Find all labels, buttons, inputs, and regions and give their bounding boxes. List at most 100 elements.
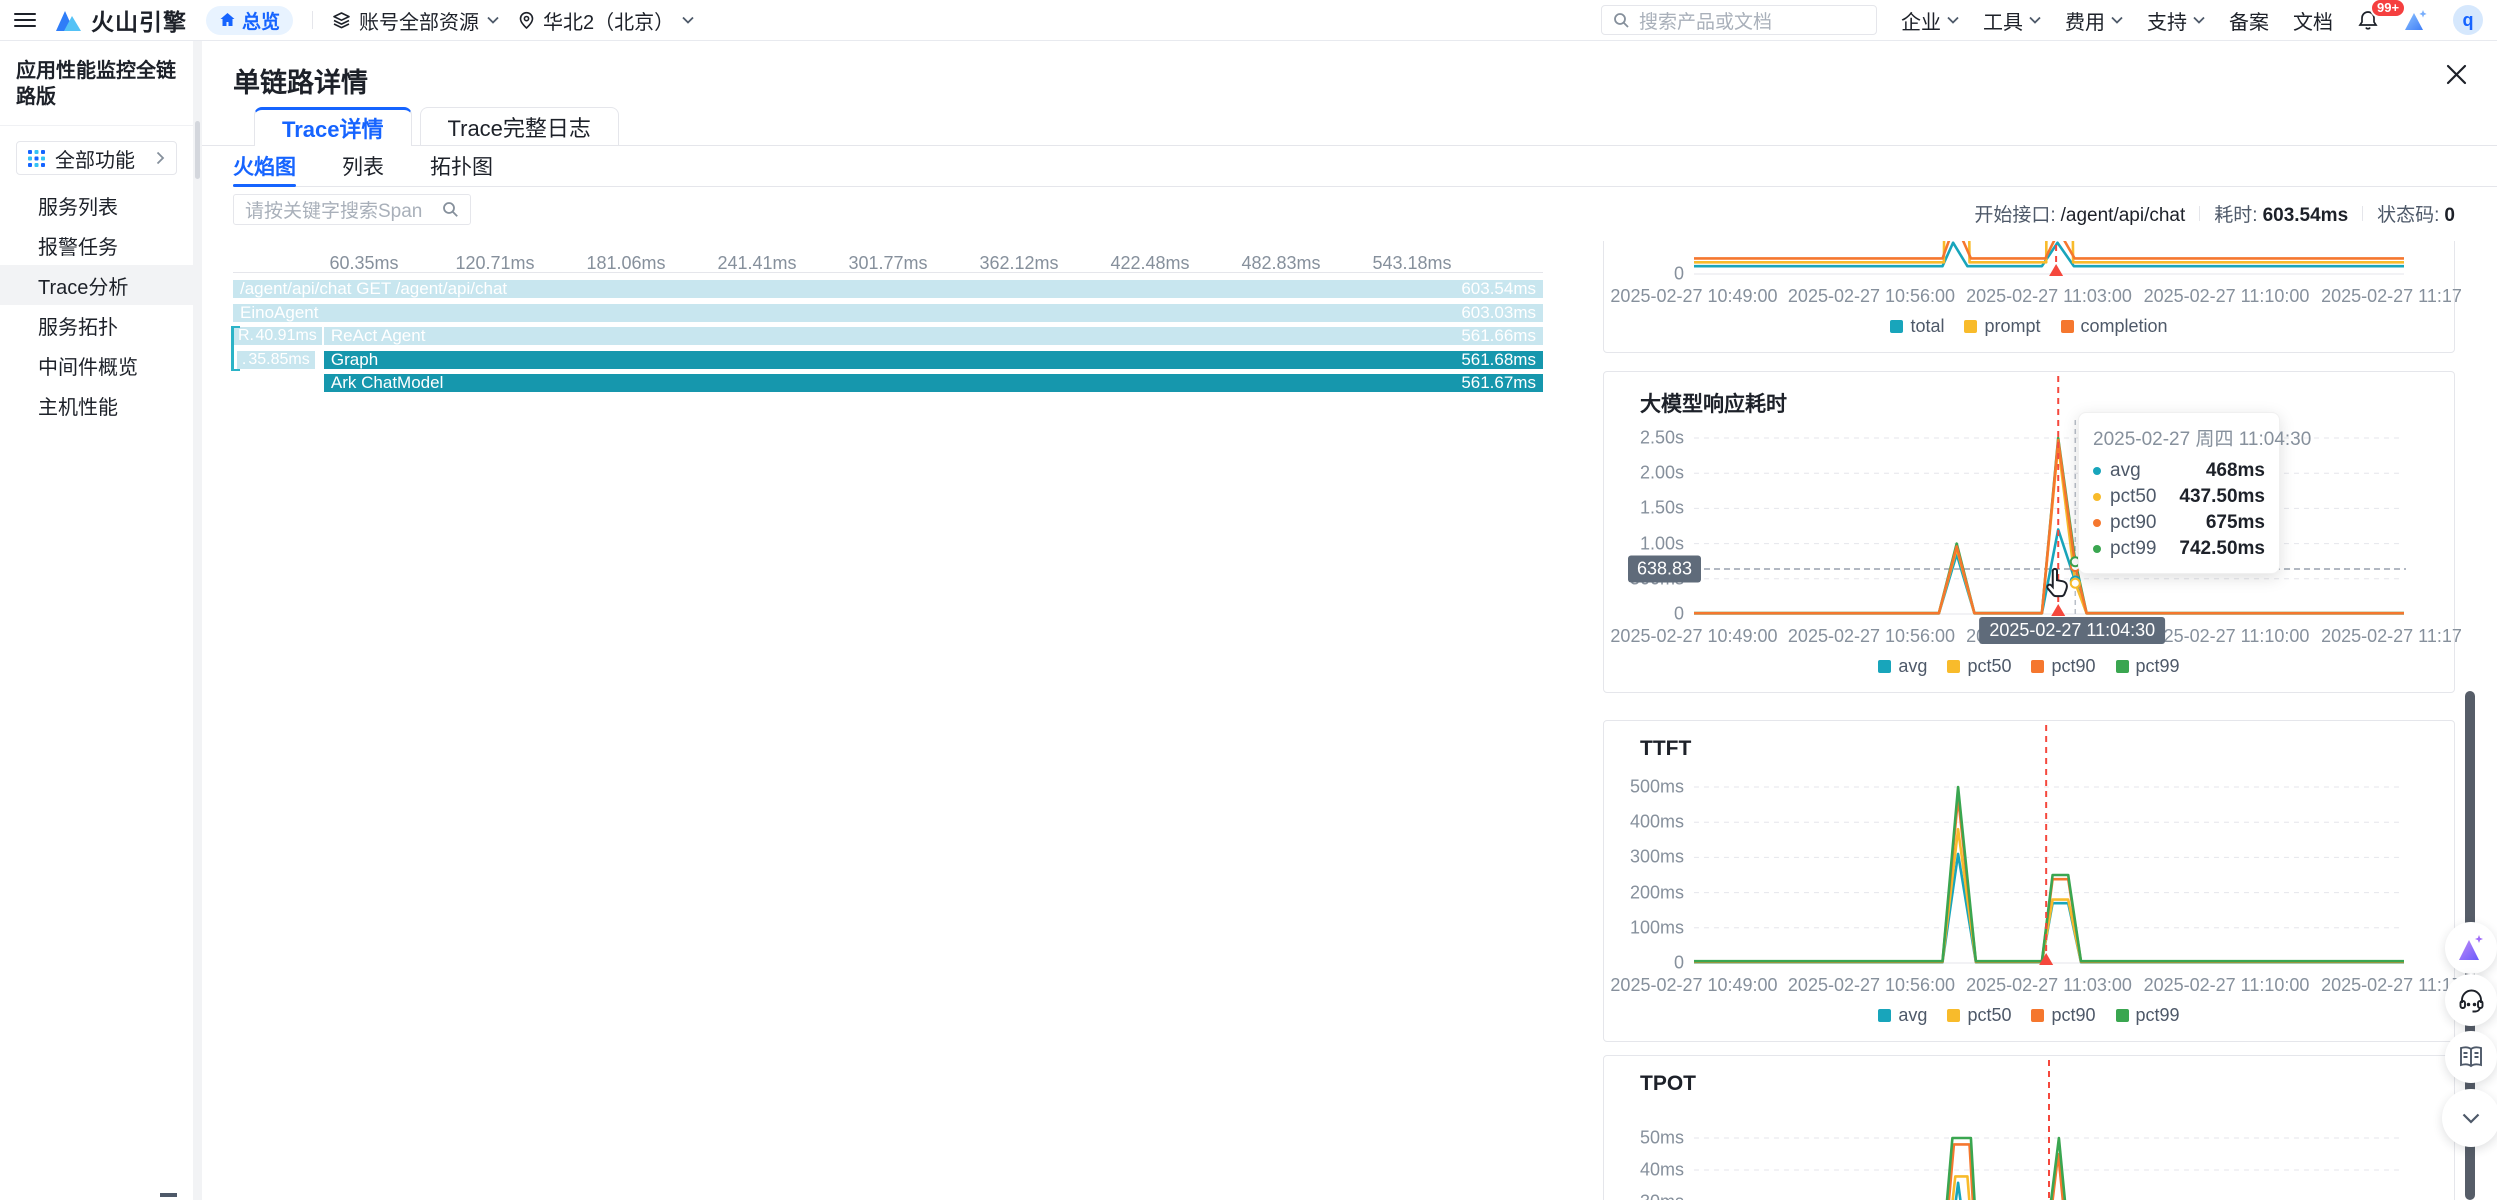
tab-trace-detail[interactable]: Trace详情 bbox=[254, 107, 412, 146]
flame-span[interactable]: Ark ChatModel561.67ms bbox=[324, 374, 1543, 392]
flame-axis-tick: 482.83ms bbox=[1241, 253, 1320, 274]
y-tick-label: 300ms bbox=[1612, 847, 1684, 868]
x-tick-label: 2025-02-27 11:17:00 bbox=[2321, 975, 2461, 996]
subtab-flame-graph[interactable]: 火焰图 bbox=[233, 146, 296, 186]
span-label: R. bbox=[238, 327, 254, 345]
legend-item-avg[interactable]: avg bbox=[1878, 656, 1927, 677]
sidebar-item-主机性能[interactable]: 主机性能 bbox=[0, 385, 193, 425]
collapse-fabs-button[interactable] bbox=[2442, 1089, 2497, 1147]
notification-badge: 99+ bbox=[2370, 0, 2406, 18]
y-tick-label: 30ms bbox=[1612, 1192, 1684, 1200]
search-icon bbox=[1613, 12, 1630, 29]
legend-item-pct90[interactable]: pct90 bbox=[2031, 1005, 2095, 1026]
nav-menu-企业[interactable]: 企业 bbox=[1901, 6, 1959, 35]
legend-item-pct50[interactable]: pct50 bbox=[1947, 1005, 2011, 1026]
chart-title: TTFT bbox=[1640, 737, 1691, 761]
notifications-button[interactable]: 99+ bbox=[2357, 9, 2379, 32]
resource-scope-selector[interactable]: 账号全部资源 bbox=[332, 6, 499, 35]
ai-assistant-icon[interactable] bbox=[2403, 8, 2429, 32]
nav-menu-label: 工具 bbox=[1983, 6, 2023, 35]
tooltip-series-name: pct90 bbox=[2110, 512, 2156, 534]
legend-item-avg[interactable]: avg bbox=[1878, 1005, 1927, 1026]
legend-swatch bbox=[2031, 1009, 2044, 1022]
legend-swatch bbox=[1878, 660, 1891, 673]
flame-span[interactable]: /agent/api/chat GET /agent/api/chat603.5… bbox=[233, 280, 1543, 298]
crosshair-value-label: 638.83 bbox=[1628, 556, 1701, 583]
subtab-list[interactable]: 列表 bbox=[342, 146, 384, 186]
overview-pill[interactable]: 总览 bbox=[206, 6, 293, 35]
user-avatar[interactable]: q bbox=[2453, 5, 2483, 35]
legend-item-pct99[interactable]: pct99 bbox=[2116, 656, 2180, 677]
trace-detail-panel: 单链路详情 Trace详情 Trace完整日志 火焰图 列表 拓扑图 请按关键字… bbox=[202, 41, 2497, 1200]
x-tick-label: 2025-02-27 11:03:00 bbox=[1966, 975, 2132, 996]
close-icon[interactable] bbox=[2439, 57, 2473, 91]
legend-item-pct99[interactable]: pct99 bbox=[2116, 1005, 2180, 1026]
ai-assistant-fab[interactable] bbox=[2445, 922, 2497, 974]
legend-item-prompt[interactable]: prompt bbox=[1964, 316, 2040, 337]
product-search-input[interactable]: 搜索产品或文档 bbox=[1601, 5, 1877, 35]
span-duration: 561.67ms bbox=[1461, 374, 1536, 392]
sidebar-item-报警任务[interactable]: 报警任务 bbox=[0, 225, 193, 265]
legend-item-pct90[interactable]: pct90 bbox=[2031, 656, 2095, 677]
flame-span[interactable]: EinoAgent603.03ms bbox=[233, 304, 1543, 322]
x-tick-label: 2025-02-27 10:56:00 bbox=[1788, 286, 1955, 307]
sidebar-menu: 服务列表报警任务Trace分析服务拓扑中间件概览主机性能 bbox=[0, 185, 193, 425]
nav-menu-费用[interactable]: 费用 bbox=[2065, 6, 2123, 35]
hamburger-menu-icon[interactable] bbox=[14, 13, 36, 28]
nav-menu-label: 企业 bbox=[1901, 6, 1941, 35]
flame-axis-tick: 422.48ms bbox=[1110, 253, 1189, 274]
legend-item-pct50[interactable]: pct50 bbox=[1947, 656, 2011, 677]
nav-menu-工具[interactable]: 工具 bbox=[1983, 6, 2041, 35]
flame-span[interactable]: R.40.91ms bbox=[233, 327, 322, 345]
nav-menu-文档[interactable]: 文档 bbox=[2293, 6, 2333, 35]
legend-label: pct90 bbox=[2051, 656, 2095, 677]
sidebar-item-Trace分析[interactable]: Trace分析 bbox=[0, 265, 193, 305]
y-tick-label: 400ms bbox=[1612, 812, 1684, 833]
nav-menu-label: 支持 bbox=[2147, 6, 2187, 35]
tab-trace-full-log[interactable]: Trace完整日志 bbox=[420, 107, 619, 146]
chart-plot bbox=[1604, 1056, 2454, 1200]
legend-swatch bbox=[2031, 660, 2044, 673]
chart-legend: avg pct50 pct90 pct99 bbox=[1604, 656, 2454, 677]
nav-menu-备案[interactable]: 备案 bbox=[2229, 6, 2269, 35]
flame-span[interactable]: Graph561.68ms bbox=[324, 351, 1543, 369]
nav-menu-支持[interactable]: 支持 bbox=[2147, 6, 2205, 35]
sidebar-scrollbar-thumb[interactable] bbox=[195, 121, 200, 179]
tooltip-series-value: 437.50ms bbox=[2179, 486, 2265, 508]
chart-card-TTFT: TTFT500ms400ms300ms200ms100ms02025-02-27… bbox=[1603, 720, 2455, 1042]
support-headset-fab[interactable] bbox=[2445, 974, 2497, 1026]
chevron-down-icon bbox=[682, 16, 694, 24]
sidebar-item-服务列表[interactable]: 服务列表 bbox=[0, 185, 193, 225]
legend-label: prompt bbox=[1984, 316, 2040, 337]
page-title: 单链路详情 bbox=[233, 61, 368, 100]
tooltip-row: avg468ms bbox=[2093, 458, 2265, 484]
legend-label: pct50 bbox=[1967, 656, 2011, 677]
docs-book-fab[interactable] bbox=[2445, 1031, 2497, 1083]
x-tick-label: 2025-02-27 11:03:00 bbox=[1966, 286, 2132, 307]
region-selector[interactable]: 华北2（北京） bbox=[518, 6, 694, 35]
trace-summary: 开始接口:/agent/api/chat 耗时:603.54ms 状态码:0 bbox=[1974, 200, 2455, 227]
span-duration: 603.54ms bbox=[1461, 280, 1536, 298]
all-features-button[interactable]: 全部功能 bbox=[16, 141, 177, 175]
tooltip-series-name: avg bbox=[2110, 460, 2141, 482]
span-duration: 603.03ms bbox=[1461, 304, 1536, 322]
legend-swatch bbox=[1964, 320, 1977, 333]
span-search-input[interactable]: 请按关键字搜索Span bbox=[233, 194, 471, 225]
tooltip-series-dot bbox=[2093, 545, 2101, 553]
subtab-topology[interactable]: 拓扑图 bbox=[430, 146, 493, 186]
legend-item-total[interactable]: total bbox=[1890, 316, 1944, 337]
brand-logo[interactable]: 火山引擎 bbox=[55, 3, 187, 37]
navbar-menus: 企业 工具 费用支持 备案文档 bbox=[1901, 6, 2333, 35]
legend-label: pct99 bbox=[2136, 1005, 2180, 1026]
legend-item-completion[interactable]: completion bbox=[2061, 316, 2168, 337]
sidebar-item-服务拓扑[interactable]: 服务拓扑 bbox=[0, 305, 193, 345]
flame-span[interactable]: ReAct Agent561.66ms bbox=[324, 327, 1543, 345]
sidebar-collapse-handle[interactable] bbox=[160, 1193, 177, 1197]
tooltip-title: 2025-02-27 周四 11:04:30 bbox=[2093, 424, 2265, 451]
flame-axis-tick: 543.18ms bbox=[1372, 253, 1451, 274]
flame-span[interactable]: .35.85ms bbox=[237, 351, 315, 369]
top-navbar: 火山引擎 总览 账号全部资源 华北2（北京） bbox=[0, 0, 2497, 41]
tooltip-series-name: pct99 bbox=[2110, 538, 2156, 560]
sidebar-item-中间件概览[interactable]: 中间件概览 bbox=[0, 345, 193, 385]
span-duration: 40.91ms bbox=[255, 327, 316, 345]
